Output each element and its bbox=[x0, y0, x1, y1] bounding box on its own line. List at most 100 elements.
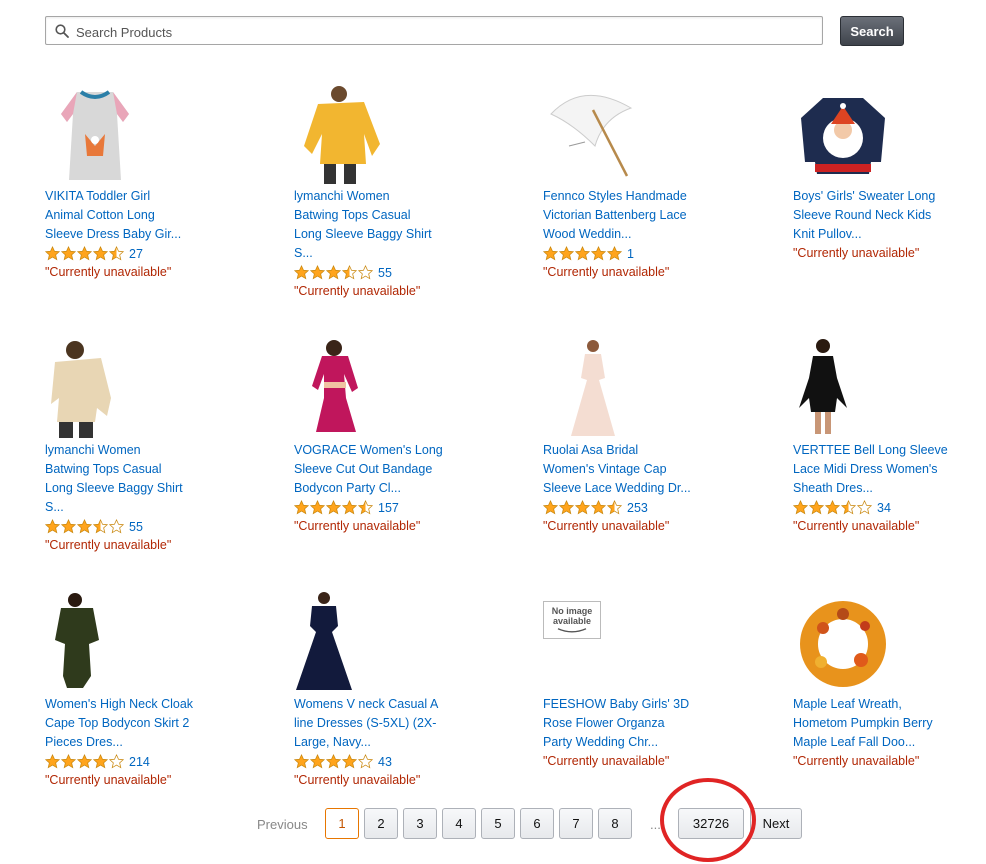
page-button-3[interactable]: 3 bbox=[403, 808, 437, 839]
review-count[interactable]: 43 bbox=[378, 755, 392, 769]
star-icon bbox=[93, 246, 108, 261]
previous-page-label: Previous bbox=[257, 817, 308, 832]
review-count[interactable]: 253 bbox=[627, 501, 648, 515]
review-count[interactable]: 214 bbox=[129, 755, 150, 769]
product-title[interactable]: Maple Leaf Wreath, Hometom Pumpkin Berry M… bbox=[793, 695, 958, 752]
page-button-2[interactable]: 2 bbox=[364, 808, 398, 839]
star-icon bbox=[559, 500, 574, 515]
product-title[interactable]: VIKITA Toddler Girl Animal Cotton Long Sle… bbox=[45, 187, 210, 244]
product-card[interactable]: Fennco Styles Handmade Victorian Battenbe… bbox=[543, 84, 713, 282]
review-count[interactable]: 1 bbox=[627, 247, 634, 261]
parasol-image bbox=[550, 95, 633, 177]
star-icon bbox=[857, 500, 872, 515]
review-count[interactable]: 157 bbox=[378, 501, 399, 515]
product-rating[interactable]: 55 bbox=[294, 263, 464, 282]
star-icon bbox=[326, 265, 341, 280]
star-icon bbox=[342, 754, 357, 769]
product-image[interactable] bbox=[45, 338, 145, 438]
product-card[interactable]: lymanchi Women Batwing Tops Casual Long Sl… bbox=[45, 338, 215, 555]
star-icon bbox=[294, 754, 309, 769]
search-icon bbox=[55, 24, 69, 38]
product-title-line: Maple Leaf Fall Doo... bbox=[793, 735, 916, 749]
product-image[interactable] bbox=[294, 592, 394, 692]
review-count[interactable]: 27 bbox=[129, 247, 143, 261]
product-rating[interactable]: 157 bbox=[294, 498, 464, 517]
review-count[interactable]: 55 bbox=[378, 266, 392, 280]
product-card[interactable]: Maple Leaf Wreath, Hometom Pumpkin Berry M… bbox=[793, 592, 963, 771]
product-card[interactable]: Ruolai Asa Bridal Women's Vintage Cap Slee… bbox=[543, 338, 713, 536]
star-icon bbox=[358, 500, 373, 515]
product-title[interactable]: FEESHOW Baby Girls' 3D Rose Flower Organz… bbox=[543, 695, 708, 752]
star-icon bbox=[342, 500, 357, 515]
review-count[interactable]: 34 bbox=[877, 501, 891, 515]
product-image[interactable] bbox=[45, 592, 145, 692]
star-rating bbox=[793, 500, 873, 515]
search-field[interactable] bbox=[45, 16, 823, 45]
page-button-1[interactable]: 1 bbox=[325, 808, 359, 839]
star-icon bbox=[61, 519, 76, 534]
product-title[interactable]: Fennco Styles Handmade Victorian Battenbe… bbox=[543, 187, 708, 244]
product-image[interactable] bbox=[543, 84, 643, 184]
product-card[interactable]: No image available FEESHOW Baby Girls' 3D R… bbox=[543, 592, 713, 771]
santa-sweater-image bbox=[801, 98, 885, 174]
product-title-line: Women's High Neck Cloak bbox=[45, 697, 194, 711]
next-page-button[interactable]: Next bbox=[750, 808, 802, 839]
product-title-line: lymanchi Women bbox=[45, 443, 141, 457]
star-icon bbox=[45, 754, 60, 769]
product-title-line: Sheath Dres... bbox=[793, 481, 873, 495]
product-title-line: Wood Weddin... bbox=[543, 227, 632, 241]
product-card[interactable]: lymanchi Women Batwing Tops Casual Long Sl… bbox=[294, 84, 464, 301]
availability-status: "Currently unavailable" bbox=[294, 284, 421, 298]
product-card[interactable]: VIKITA Toddler Girl Animal Cotton Long Sle… bbox=[45, 84, 215, 282]
page-button-6[interactable]: 6 bbox=[520, 808, 554, 839]
product-rating[interactable]: 214 bbox=[45, 752, 215, 771]
product-title[interactable]: Womens V neck Casual A line Dresses (S-5X… bbox=[294, 695, 459, 752]
star-icon bbox=[326, 754, 341, 769]
product-title[interactable]: Women's High Neck Cloak Cape Top Bodycon … bbox=[45, 695, 210, 752]
star-icon bbox=[809, 500, 824, 515]
product-image[interactable]: No image available bbox=[543, 592, 643, 692]
page-button-4[interactable]: 4 bbox=[442, 808, 476, 839]
product-rating[interactable]: 253 bbox=[543, 498, 713, 517]
availability-status: "Currently unavailable" bbox=[543, 519, 670, 533]
product-title-line: lymanchi Women bbox=[294, 189, 390, 203]
product-image[interactable] bbox=[793, 338, 893, 438]
product-image[interactable] bbox=[793, 84, 893, 184]
product-rating[interactable]: 27 bbox=[45, 244, 215, 263]
product-image[interactable] bbox=[294, 84, 394, 184]
product-title[interactable]: VOGRACE Women's Long Sleeve Cut Out Banda… bbox=[294, 441, 459, 498]
review-count[interactable]: 55 bbox=[129, 520, 143, 534]
product-image[interactable] bbox=[45, 84, 145, 184]
product-title[interactable]: Ruolai Asa Bridal Women's Vintage Cap Slee… bbox=[543, 441, 708, 498]
search-input[interactable] bbox=[74, 21, 818, 43]
product-card[interactable]: VERTTEE Bell Long Sleeve Lace Midi Dress … bbox=[793, 338, 963, 536]
product-card[interactable]: Boys' Girls' Sweater Long Sleeve Round Ne… bbox=[793, 84, 963, 263]
product-card[interactable]: Women's High Neck Cloak Cape Top Bodycon … bbox=[45, 592, 215, 790]
product-title-line: Lace Midi Dress Women's bbox=[793, 462, 938, 476]
star-icon bbox=[77, 754, 92, 769]
product-rating[interactable]: 55 bbox=[45, 517, 215, 536]
product-title[interactable]: Boys' Girls' Sweater Long Sleeve Round Ne… bbox=[793, 187, 958, 244]
product-image[interactable] bbox=[294, 338, 394, 438]
star-icon bbox=[575, 500, 590, 515]
product-card[interactable]: Womens V neck Casual A line Dresses (S-5X… bbox=[294, 592, 464, 790]
search-button[interactable]: Search bbox=[840, 16, 904, 46]
product-card[interactable]: VOGRACE Women's Long Sleeve Cut Out Banda… bbox=[294, 338, 464, 536]
no-image-placeholder: No image available bbox=[543, 601, 601, 639]
product-title-line: Fennco Styles Handmade bbox=[543, 189, 687, 203]
availability-status: "Currently unavailable" bbox=[793, 246, 920, 260]
product-rating[interactable]: 1 bbox=[543, 244, 713, 263]
page-button-7[interactable]: 7 bbox=[559, 808, 593, 839]
product-title[interactable]: VERTTEE Bell Long Sleeve Lace Midi Dress … bbox=[793, 441, 958, 498]
page-button-5[interactable]: 5 bbox=[481, 808, 515, 839]
product-rating[interactable]: 34 bbox=[793, 498, 963, 517]
product-title-line: VIKITA Toddler Girl bbox=[45, 189, 151, 203]
product-title-line: Batwing Tops Casual bbox=[45, 462, 162, 476]
star-icon bbox=[61, 754, 76, 769]
product-title[interactable]: lymanchi Women Batwing Tops Casual Long Sl… bbox=[45, 441, 210, 517]
page-button-8[interactable]: 8 bbox=[598, 808, 632, 839]
product-rating[interactable]: 43 bbox=[294, 752, 464, 771]
product-image[interactable] bbox=[543, 338, 643, 438]
product-image[interactable] bbox=[793, 592, 893, 692]
product-title[interactable]: lymanchi Women Batwing Tops Casual Long Sl… bbox=[294, 187, 459, 263]
